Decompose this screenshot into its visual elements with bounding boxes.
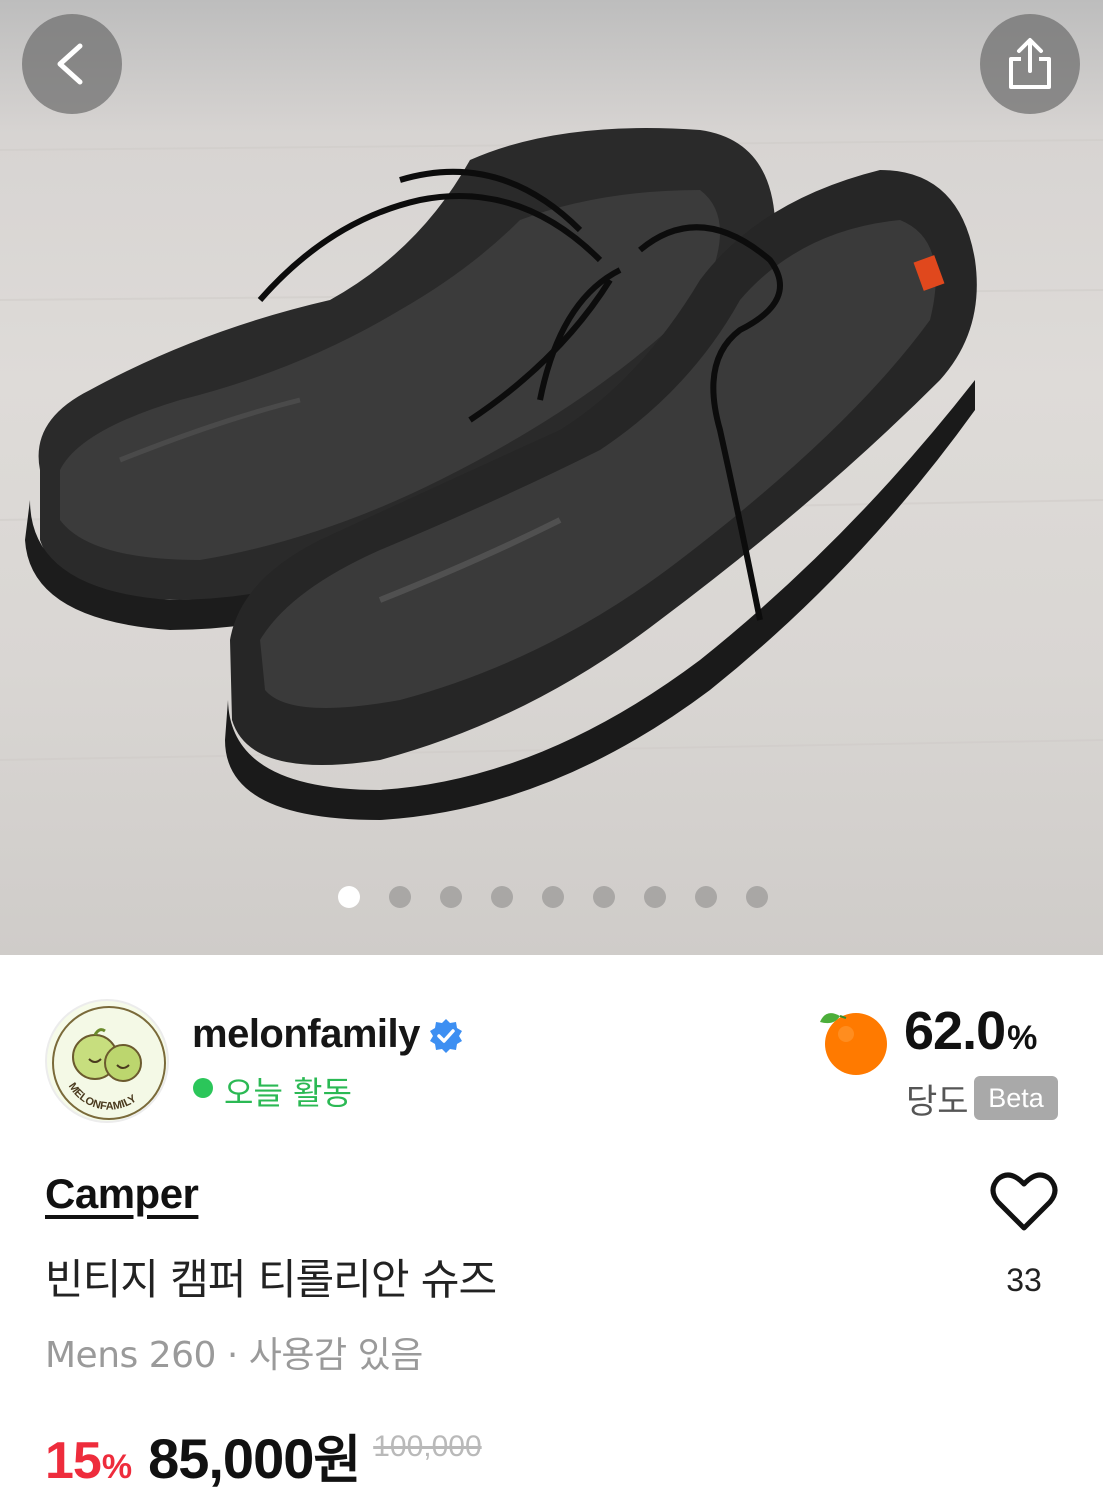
gallery-dot[interactable] xyxy=(542,886,564,908)
gallery-pagination xyxy=(338,886,768,908)
product-title: 빈티지 캠퍼 티롤리안 슈즈 xyxy=(45,1255,497,1304)
orange-icon xyxy=(820,1013,887,1075)
beta-badge: Beta xyxy=(974,1076,1058,1120)
sale-price: 85,000 xyxy=(148,1427,314,1490)
discount-unit: % xyxy=(101,1448,133,1486)
sweetness-value: 62.0% xyxy=(904,1001,1037,1061)
brand-link[interactable]: Camper xyxy=(45,1170,199,1218)
heart-icon[interactable] xyxy=(990,1170,1058,1232)
like-count: 33 xyxy=(1006,1262,1042,1298)
original-price: 100,000 xyxy=(373,1430,482,1463)
gallery-dot[interactable] xyxy=(593,886,615,908)
share-icon xyxy=(1009,38,1051,89)
gallery-dot-active[interactable] xyxy=(338,886,360,908)
chevron-left-icon xyxy=(57,43,83,85)
back-button[interactable] xyxy=(22,14,122,114)
currency-unit: 원 xyxy=(313,1431,362,1491)
seller-avatar[interactable]: MELONFAMILY xyxy=(45,999,169,1123)
sweetness-label: 당도 xyxy=(906,1082,969,1122)
seller-activity-status: 오늘 활동 xyxy=(224,1074,352,1112)
verified-badge-icon xyxy=(430,1019,462,1053)
gallery-dot[interactable] xyxy=(644,886,666,908)
gallery-dot[interactable] xyxy=(746,886,768,908)
seller-name[interactable]: melonfamily xyxy=(192,1012,420,1057)
product-photo xyxy=(0,128,1103,820)
product-meta: Mens 260 · 사용감 있음 xyxy=(45,1335,423,1376)
gallery-dot[interactable] xyxy=(389,886,411,908)
melonfamily-logo: MELONFAMILY xyxy=(52,1006,166,1120)
discount-rate: 15 xyxy=(45,1432,102,1490)
gallery-dot[interactable] xyxy=(695,886,717,908)
product-image-gallery[interactable] xyxy=(0,0,1103,955)
share-button[interactable] xyxy=(980,14,1080,114)
online-status-dot xyxy=(193,1078,213,1098)
gallery-dot[interactable] xyxy=(440,886,462,908)
gallery-dot[interactable] xyxy=(491,886,513,908)
price-row: 15 % 85,000 원 100,000 xyxy=(45,1418,482,1493)
